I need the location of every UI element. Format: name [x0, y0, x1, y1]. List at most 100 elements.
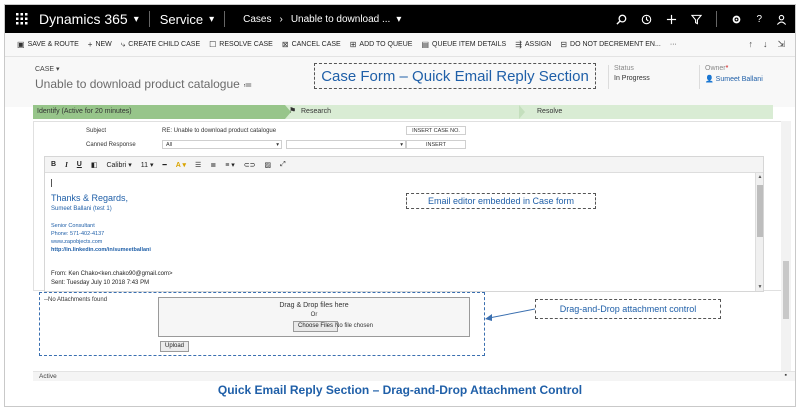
arrow-up-icon[interactable]: ↑ [748, 39, 753, 50]
editor-body[interactable]: Thanks & Regards, Sumeet Ballani (test 1… [51, 179, 741, 291]
editor-scrollbar[interactable]: ▲ ▼ [755, 173, 763, 291]
add-to-queue-button[interactable]: ⊞ ADD TO QUEUE [350, 40, 413, 49]
queue-item-details-button[interactable]: ▤ QUEUE ITEM DETAILS [421, 40, 506, 49]
area-name[interactable]: Service [160, 12, 203, 27]
quoted-from: From: Ken Chako<ken.chako90@gmail.com> [51, 271, 173, 277]
stage-identify[interactable]: Identify (Active for 20 minutes) [33, 105, 285, 119]
entity-selector[interactable]: CASE ▾ [35, 65, 60, 73]
image-icon[interactable]: ▨ [264, 161, 271, 169]
bold-icon[interactable]: B [51, 161, 56, 168]
canned-response-select[interactable]: All ▾ [162, 140, 282, 149]
signature-name: Sumeet Ballani (test 1) [51, 206, 112, 212]
signature-linkedin[interactable]: http://in.linkedin.com/in/sumeetballani [51, 247, 151, 253]
owner-link[interactable]: 👤 Sumeet Ballani [705, 75, 763, 83]
scroll-up-icon[interactable]: ▲ [756, 174, 764, 180]
help-icon[interactable]: ? [756, 14, 762, 25]
breadcrumb-record[interactable]: Unable to download ... [291, 14, 391, 25]
resolve-icon: ☐ [209, 40, 217, 49]
new-button[interactable]: + NEW [88, 40, 112, 49]
record-status: Active [39, 373, 57, 380]
button-label: ADD TO QUEUE [359, 41, 413, 48]
insert-button[interactable]: INSERT [406, 140, 466, 149]
gear-icon[interactable] [731, 14, 742, 25]
email-editor[interactable]: B I U ◧ Calibri ▾ 11 ▾ ━ A ▾ ☰ ≣ ≡ ▾ ⊂⊃ … [44, 156, 764, 292]
divider [148, 11, 150, 27]
filter-icon[interactable] [691, 14, 703, 25]
callout-case-form: Case Form – Quick Email Reply Section [314, 63, 596, 89]
breadcrumb-cases[interactable]: Cases [243, 14, 271, 25]
text-cursor [51, 179, 52, 187]
chevron-down-icon[interactable]: ▾ [134, 14, 139, 25]
record-title: Unable to download product catalogue [35, 77, 240, 91]
brand-name[interactable]: Dynamics 365 [39, 11, 128, 27]
save-route-button[interactable]: ▣ SAVE & ROUTE [17, 40, 79, 49]
save-icon[interactable]: ▪ [785, 372, 787, 379]
scroll-thumb[interactable] [783, 261, 789, 319]
drop-zone[interactable]: Drag & Drop files here Or Choose Files N… [158, 297, 470, 337]
font-size-select[interactable]: 11 ▾ [141, 161, 154, 169]
more-icon: ··· [669, 41, 677, 48]
resolve-case-button[interactable]: ☐ RESOLVE CASE [209, 40, 273, 49]
user-icon[interactable] [776, 14, 787, 25]
fullscreen-icon[interactable]: ⤢ [280, 161, 286, 169]
dash-icon[interactable]: ━ [163, 161, 167, 169]
top-nav-bar: Dynamics 365 ▾ Service ▾ Cases › Unable … [5, 5, 795, 33]
history-icon[interactable] [641, 14, 652, 25]
scroll-down-icon[interactable]: ▼ [756, 284, 764, 290]
align-icon[interactable]: ≡ ▾ [225, 161, 235, 169]
subject-field[interactable]: RE: Unable to download product catalogue [162, 128, 276, 134]
canned-template-select[interactable]: ▾ [286, 140, 406, 149]
divider [699, 65, 700, 89]
drop-zone-label: Drag & Drop files here [279, 302, 349, 309]
font-family-select[interactable]: Calibri ▾ [106, 161, 131, 169]
assign-button[interactable]: ⇶ ASSIGN [515, 40, 551, 49]
link-icon[interactable]: ⊂⊃ [244, 161, 256, 169]
signature-website[interactable]: www.zapobjects.com [51, 239, 102, 245]
button-label: CANCEL CASE [291, 41, 341, 48]
chevron-down-icon[interactable]: ▾ [396, 14, 401, 25]
button-label: DO NOT DECREMENT EN... [570, 41, 661, 48]
highlight-color-icon[interactable]: A ▾ [176, 161, 186, 169]
signature-phone: Phone: 571-402-4137 [51, 231, 105, 237]
bullet-list-icon[interactable]: ☰ [195, 161, 201, 169]
more-commands-button[interactable]: ··· [670, 41, 677, 48]
button-label: QUEUE ITEM DETAILS [432, 41, 507, 48]
assign-icon: ⇶ [515, 40, 522, 49]
expand-icon[interactable]: ⇲ [777, 39, 785, 50]
owner-label: Owner* [705, 65, 728, 72]
search-icon[interactable] [616, 14, 627, 25]
cancel-case-button[interactable]: ⊠ CANCEL CASE [282, 40, 341, 49]
no-attachments-text: --No Attachments found [44, 297, 108, 303]
signature-role: Senior Consultant [51, 223, 95, 229]
form-header: CASE ▾ Unable to download product catalo… [5, 57, 795, 107]
divider [716, 11, 718, 27]
button-label: ASSIGN [524, 41, 552, 48]
page-scrollbar[interactable] [781, 121, 791, 371]
queue-icon: ⊞ [349, 40, 357, 49]
insert-case-no-button[interactable]: INSERT CASE NO. [406, 126, 466, 135]
arrow-down-icon[interactable]: ↓ [763, 39, 768, 50]
underline-icon[interactable]: U [77, 161, 82, 168]
divider [608, 65, 609, 89]
button-label: RESOLVE CASE [219, 41, 273, 48]
status-bar: Active ▪ [33, 371, 795, 381]
plus-icon[interactable] [666, 14, 677, 25]
scroll-thumb[interactable] [757, 185, 763, 237]
stage-research[interactable]: Research [301, 105, 331, 119]
create-child-case-button[interactable]: ⤷ CREATE CHILD CASE [121, 40, 200, 50]
clear-format-icon[interactable]: ◧ [91, 161, 98, 169]
chevron-down-icon[interactable]: ▾ [209, 14, 214, 25]
stage-resolve[interactable]: Resolve [537, 105, 562, 119]
status-label: Status [614, 65, 634, 72]
upload-button[interactable]: Upload [160, 341, 190, 352]
choose-files-button[interactable]: Choose Files [293, 321, 339, 332]
numbered-list-icon[interactable]: ≣ [210, 161, 216, 169]
do-not-decrement-button[interactable]: ⊟ DO NOT DECREMENT EN... [560, 40, 660, 49]
app-launcher-icon[interactable] [11, 5, 33, 33]
hierarchy-icon[interactable]: ≔ [243, 80, 252, 90]
button-label: SAVE & ROUTE [27, 41, 79, 48]
italic-icon[interactable]: I [65, 161, 68, 169]
stage-arrow [519, 105, 525, 119]
callout-attachment-control: Drag-and-Drop attachment control [535, 299, 721, 319]
screenshot-frame: Dynamics 365 ▾ Service ▾ Cases › Unable … [4, 4, 796, 407]
